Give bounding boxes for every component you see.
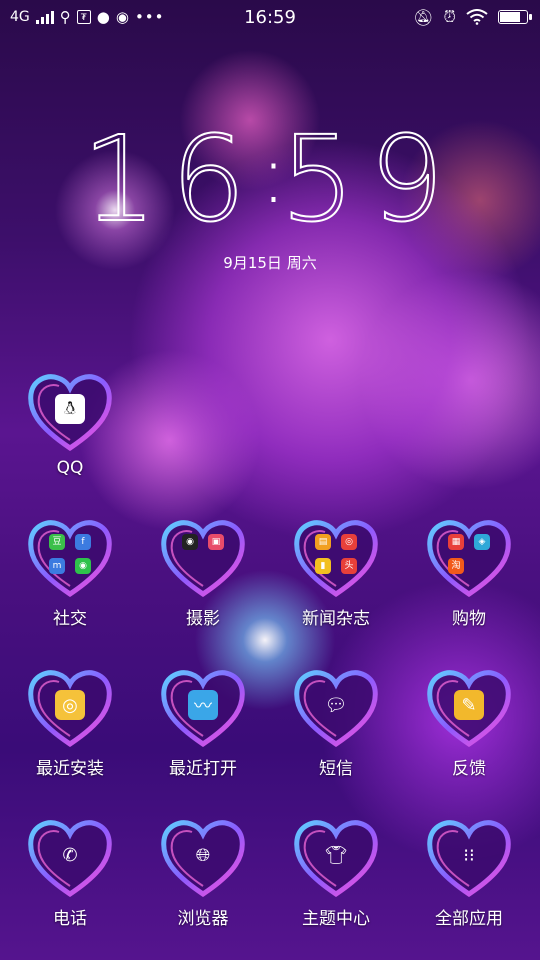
feedback-glyph-icon: ✎ <box>454 690 484 720</box>
folder-app-thumb-icon: 头 <box>341 558 357 574</box>
theme-shirt-glyph-icon: 👕︎ <box>324 844 348 866</box>
big-clock: 16:59 <box>0 119 540 239</box>
app-label: 电话 <box>53 909 87 929</box>
theme-shirt-icon: 👕︎ <box>293 818 379 898</box>
browser-globe-glyph-icon: 🌐︎ <box>195 844 211 866</box>
folder-app-thumb-icon: ▣ <box>208 534 224 550</box>
qq-penguin-glyph-icon: 🐧︎ <box>55 394 85 424</box>
app-label: 主题中心 <box>302 909 370 929</box>
alarm-icon: ⏰︎ <box>443 7 456 26</box>
news-folder-icon: ▤ ◎ ▮ 头 <box>293 518 379 598</box>
app-label: QQ <box>56 458 84 478</box>
photo-folder-icon: ◉ ▣ <box>160 518 246 598</box>
all-apps-grid-glyph-icon: ⁝⁝ <box>463 844 475 866</box>
app-social-folder[interactable]: 豆 f m ◉ 社交 <box>15 518 125 629</box>
app-label: 全部应用 <box>435 909 503 929</box>
app-news-folder[interactable]: ▤ ◎ ▮ 头新闻杂志 <box>281 518 391 629</box>
app-label: 短信 <box>319 759 353 779</box>
recent-open-glyph-icon: 〰 <box>188 690 218 720</box>
app-feedback[interactable]: ✎ 反馈 <box>414 668 524 779</box>
shopping-folder-icon: ▦ ◈ 淘 <box>426 518 512 598</box>
social-folder-icon: 豆 f m ◉ <box>27 518 113 598</box>
folder-app-thumb-icon: ▮ <box>315 558 331 574</box>
app-label: 新闻杂志 <box>302 609 370 629</box>
messages-glyph-icon: 💬︎ <box>324 694 348 716</box>
folder-app-thumb-icon: 淘 <box>448 558 464 574</box>
app-label: 购物 <box>452 609 486 629</box>
phone-icon: ✆ <box>27 818 113 898</box>
folder-app-thumb-icon: f <box>75 534 91 550</box>
app-label: 摄影 <box>186 609 220 629</box>
recent-install-icon: ◎ <box>27 668 113 748</box>
app-messages[interactable]: 💬︎ 短信 <box>281 668 391 779</box>
app-qq-penguin[interactable]: 🐧︎ QQ <box>15 372 125 478</box>
app-label: 最近打开 <box>169 759 237 779</box>
folder-app-thumb-icon: ◉ <box>182 534 198 550</box>
clock-hours: 16 <box>81 110 260 248</box>
recent-install-glyph-icon: ◎ <box>55 690 85 720</box>
wifi-icon <box>466 9 488 25</box>
browser-globe-icon: 🌐︎ <box>160 818 246 898</box>
app-photo-folder[interactable]: ◉ ▣ 摄影 <box>148 518 258 629</box>
app-recent-install[interactable]: ◎ 最近安装 <box>15 668 125 779</box>
folder-app-thumb-icon: ▦ <box>448 534 464 550</box>
app-shopping-folder[interactable]: ▦ ◈ 淘购物 <box>414 518 524 629</box>
app-phone[interactable]: ✆ 电话 <box>15 818 125 929</box>
folder-app-thumb-icon: ▤ <box>315 534 331 550</box>
clock-minutes: 59 <box>279 110 459 248</box>
app-label: 反馈 <box>452 759 486 779</box>
mute-bell-icon: 🔕︎ <box>413 7 434 27</box>
qq-penguin-icon: 🐧︎ <box>27 372 113 452</box>
status-bar: 4G ⚲ ₮ ● ◉ ••• 16:59 🔕︎ ⏰︎ <box>0 0 540 36</box>
phone-glyph-icon: ✆ <box>62 844 78 866</box>
clock-colon: : <box>260 128 287 221</box>
clock-date: 9月15日 周六 <box>223 254 317 272</box>
folder-app-thumb-icon: ◎ <box>341 534 357 550</box>
folder-app-thumb-icon: ◉ <box>75 558 91 574</box>
app-theme-shirt[interactable]: 👕︎ 主题中心 <box>281 818 391 929</box>
app-recent-open[interactable]: 〰最近打开 <box>148 668 258 779</box>
app-browser-globe[interactable]: 🌐︎ 浏览器 <box>148 818 258 929</box>
feedback-icon: ✎ <box>426 668 512 748</box>
app-label: 浏览器 <box>177 909 229 929</box>
app-all-apps-grid[interactable]: ⁝⁝ 全部应用 <box>414 818 524 929</box>
app-label: 社交 <box>53 609 87 629</box>
messages-icon: 💬︎ <box>293 668 379 748</box>
battery-charging-icon <box>498 10 532 24</box>
folder-app-thumb-icon: 豆 <box>49 534 65 550</box>
app-label: 最近安装 <box>36 759 104 779</box>
recent-open-icon: 〰 <box>160 668 246 748</box>
folder-app-thumb-icon: m <box>49 558 65 574</box>
folder-app-thumb-icon: ◈ <box>474 534 490 550</box>
all-apps-grid-icon: ⁝⁝ <box>426 818 512 898</box>
